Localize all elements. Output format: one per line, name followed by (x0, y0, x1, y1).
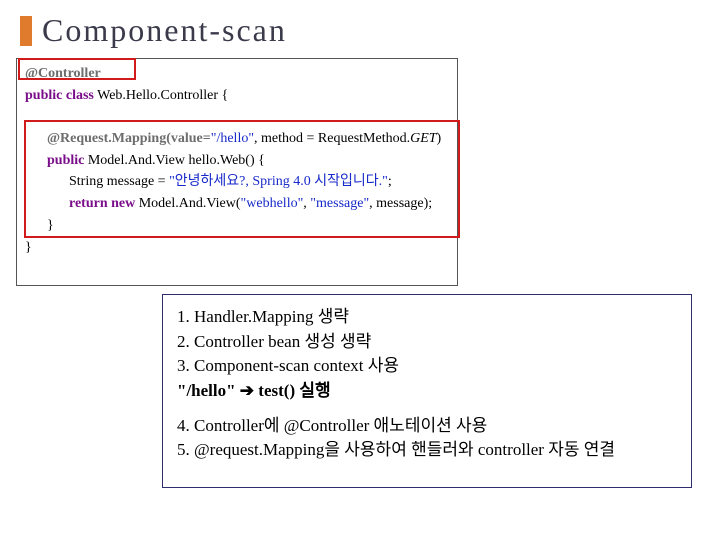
code-line-blank (25, 106, 449, 128)
note-3: 3. Component-scan context 사용 (177, 354, 677, 379)
code-line-6: return new Model.And.View("webhello", "m… (25, 193, 449, 215)
slide: Component-scan @Controller public class … (0, 0, 720, 540)
annotation-controller: @Controller (25, 66, 101, 81)
arrow-right-icon: ➔ (240, 381, 254, 400)
note-spacer (177, 404, 677, 414)
code-line-4: public Model.And.View hello.Web() { (25, 150, 449, 172)
notes-box: 1. Handler.Mapping 생략 2. Controller bean… (162, 294, 692, 488)
code-line-3: @Request.Mapping(value="/hello", method … (25, 128, 449, 150)
title-accent-icon (20, 16, 32, 46)
note-4: 4. Controller에 @Controller 애노테이션 사용 (177, 414, 677, 439)
code-line-2: public class Web.Hello.Controller { (25, 85, 449, 107)
slide-title: Component-scan (42, 12, 287, 49)
code-line-5: String message = "안녕하세요?, Spring 4.0 시작입… (25, 171, 449, 193)
code-box: @Controller public class Web.Hello.Contr… (16, 58, 458, 286)
code-line-1: @Controller (25, 63, 449, 85)
code-line-8: } (25, 237, 449, 259)
code-line-7: } (25, 215, 449, 237)
note-2: 2. Controller bean 생성 생략 (177, 330, 677, 355)
note-1: 1. Handler.Mapping 생략 (177, 305, 677, 330)
note-3b: "/hello" ➔ test() 실행 (177, 379, 677, 404)
note-5: 5. @request.Mapping을 사용하여 핸들러와 controlle… (177, 438, 677, 463)
title-row: Component-scan (20, 12, 287, 49)
